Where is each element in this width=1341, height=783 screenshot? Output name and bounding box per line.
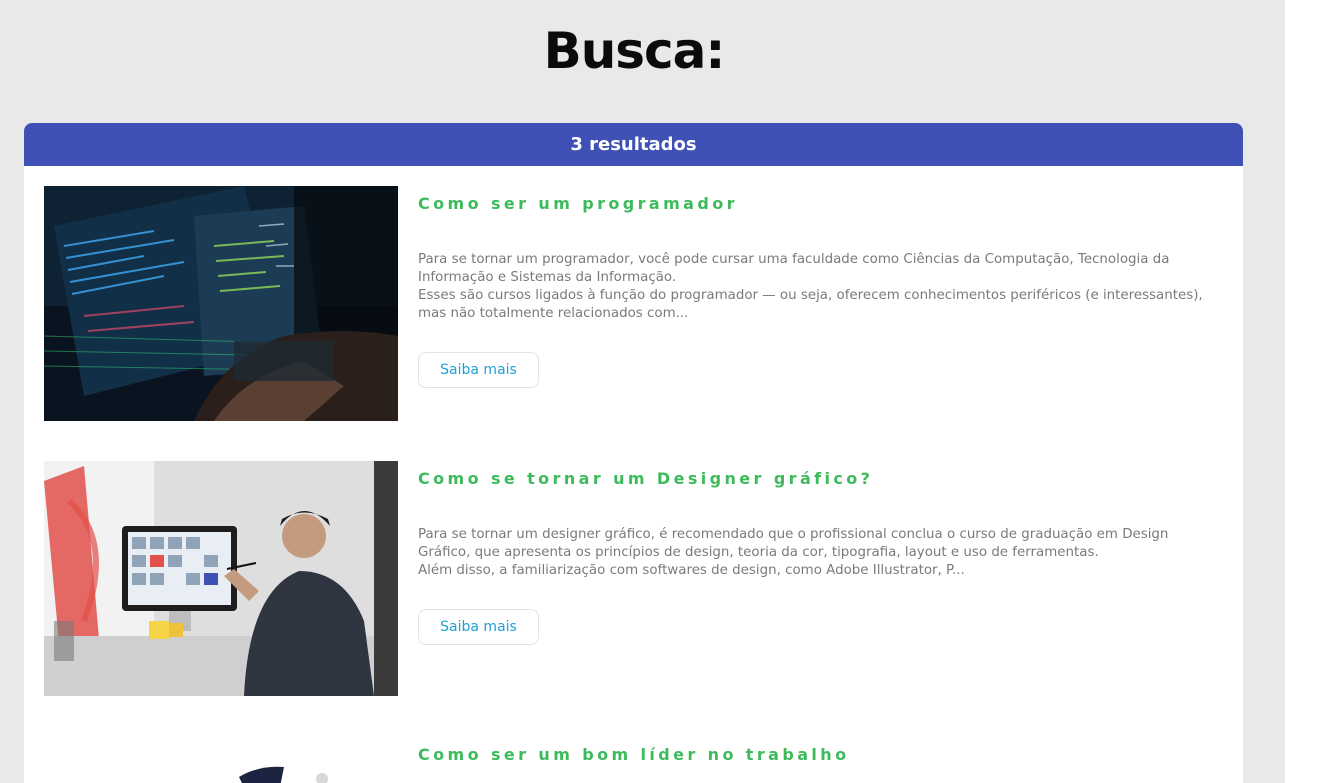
results-count-header: 3 resultados [24, 123, 1243, 166]
page-title: Busca: [543, 22, 726, 80]
result-title[interactable]: Como ser um bom líder no trabalho [418, 745, 849, 764]
result-excerpt: Para se tornar um programador, você pode… [418, 251, 1218, 323]
result-item: Como ser um bom líder no trabalho [44, 737, 1224, 783]
result-thumbnail-designer[interactable] [44, 461, 398, 696]
result-title[interactable]: Como ser um programador [418, 194, 738, 213]
result-excerpt-line: Esses são cursos ligados à função do pro… [418, 288, 1203, 321]
result-title[interactable]: Como se tornar um Designer gráfico? [418, 469, 873, 488]
result-thumbnail-programmer[interactable] [44, 186, 398, 421]
saiba-mais-button[interactable]: Saiba mais [418, 352, 539, 388]
result-excerpt: Para se tornar um designer gráfico, é re… [418, 526, 1218, 580]
result-item: Como se tornar um Designer gráfico? Para… [44, 461, 1224, 701]
result-excerpt-line: Para se tornar um programador, você pode… [418, 252, 1170, 285]
result-excerpt-line: Além disso, a familiarização com softwar… [418, 563, 965, 578]
results-panel: 3 resultados Como ser um programador Par… [24, 123, 1243, 783]
result-item: Como ser um programador Para se tornar u… [44, 186, 1224, 426]
saiba-mais-button[interactable]: Saiba mais [418, 609, 539, 645]
result-thumbnail-leader[interactable] [44, 737, 398, 783]
result-excerpt-line: Para se tornar um designer gráfico, é re… [418, 527, 1169, 560]
